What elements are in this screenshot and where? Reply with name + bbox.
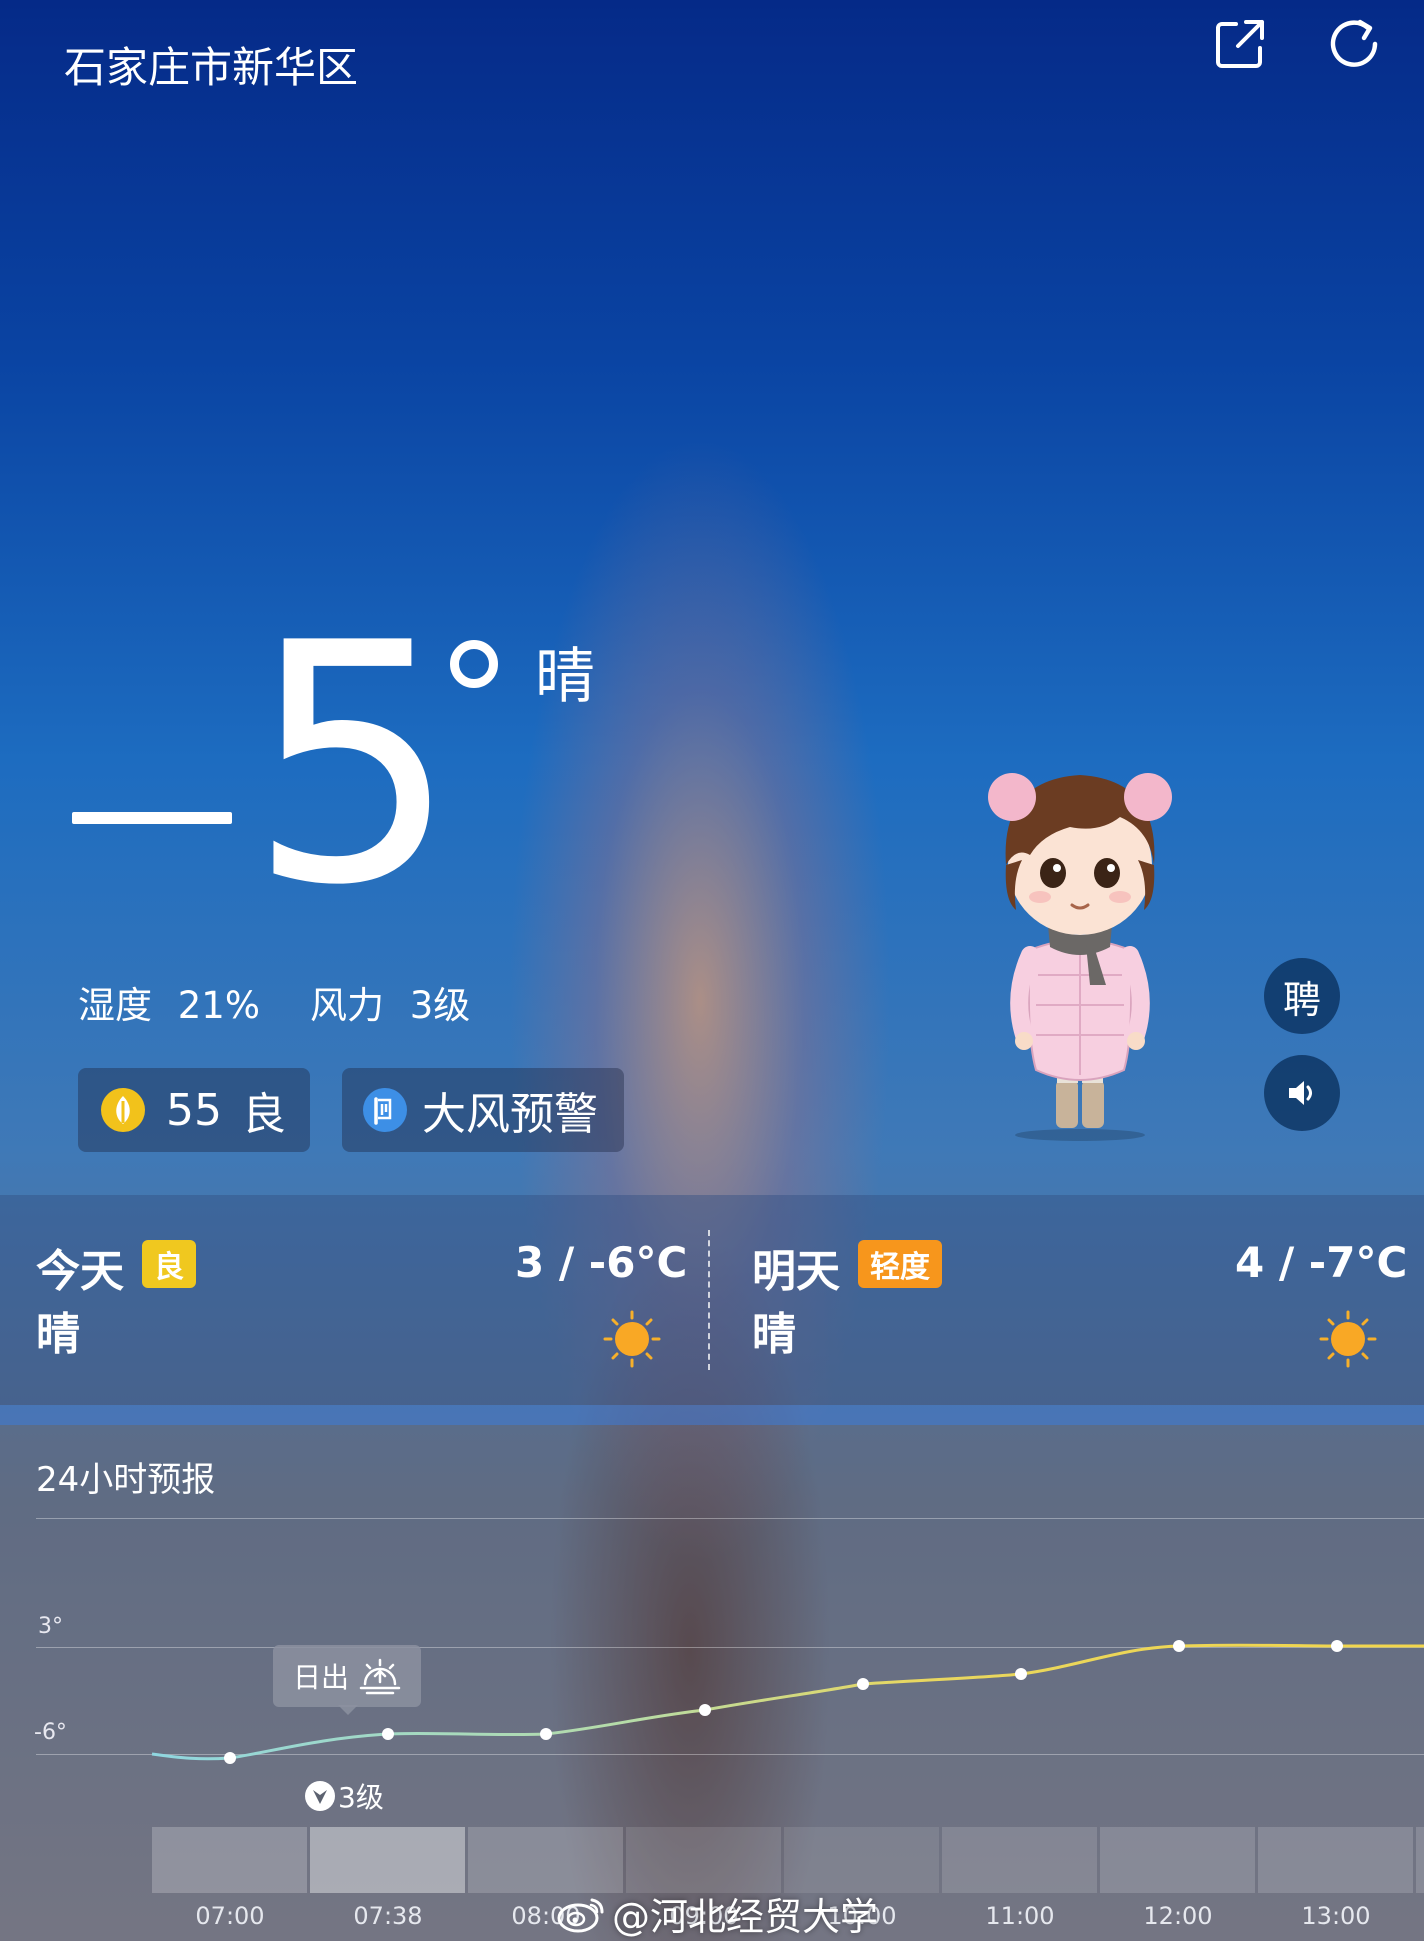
- hour-bar[interactable]: [1100, 1827, 1255, 1893]
- humidity-label: 湿度: [78, 984, 152, 1027]
- sunrise-tooltip: 日出: [273, 1645, 421, 1707]
- title-separator: [36, 1518, 1424, 1519]
- temperature-sign: [72, 812, 232, 824]
- voice-broadcast-button[interactable]: [1264, 1055, 1340, 1131]
- hour-time-label: 12:00: [1143, 1902, 1213, 1930]
- current-condition: 晴: [535, 642, 595, 712]
- hour-time-label: 07:38: [353, 1902, 423, 1930]
- hour-time-label: 07:00: [195, 1902, 265, 1930]
- temperature-point: [224, 1752, 236, 1764]
- wind-warning-icon: [363, 1088, 407, 1132]
- tomorrow-label: 明天: [752, 1246, 840, 1297]
- watermark-text: @河北经贸大学: [612, 1895, 879, 1939]
- temperature-point: [382, 1728, 394, 1740]
- wind-level-marker: 3级: [304, 1776, 384, 1816]
- hour-bar[interactable]: [626, 1827, 781, 1893]
- sunrise-label: 日出: [292, 1661, 349, 1694]
- degree-symbol: [450, 640, 498, 688]
- humidity-value: 21%: [177, 984, 261, 1027]
- tomorrow-temperatures: 4 / -7°C: [1235, 1238, 1408, 1287]
- weather-character[interactable]: [960, 735, 1200, 1145]
- wind-level-text: 3级: [338, 1781, 384, 1814]
- current-temperature: 5: [248, 573, 458, 957]
- hour-bar[interactable]: [468, 1827, 623, 1893]
- sun-icon: [1319, 1310, 1377, 1368]
- aqi-level: 良: [242, 1089, 286, 1140]
- wind-direction-icon: [305, 1781, 335, 1811]
- refresh-icon[interactable]: [1324, 14, 1384, 74]
- sun-icon: [603, 1310, 661, 1368]
- recruit-button[interactable]: 聘: [1264, 958, 1340, 1034]
- weibo-logo-icon: [557, 1898, 604, 1932]
- sunrise-icon: [359, 1658, 401, 1695]
- temperature-point: [540, 1728, 552, 1740]
- hour-bar[interactable]: [152, 1827, 307, 1893]
- today-condition: 晴: [36, 1309, 80, 1360]
- aqi-value: 55: [166, 1084, 222, 1136]
- hour-bar-selected[interactable]: [310, 1827, 465, 1893]
- tomorrow-condition: 晴: [752, 1309, 796, 1360]
- daily-forecast-panel: [0, 1195, 1424, 1405]
- wind-force: 风力 3级: [310, 975, 470, 1029]
- temperature-point: [1015, 1668, 1027, 1680]
- daily-divider: [708, 1230, 710, 1370]
- hour-bar[interactable]: [1416, 1827, 1424, 1893]
- today-label: 今天: [36, 1246, 124, 1297]
- wind-value: 3级: [409, 984, 471, 1027]
- tomorrow-aqi-badge: 轻度: [858, 1240, 942, 1288]
- today-temperatures: 3 / -6°C: [515, 1238, 688, 1287]
- hour-bar[interactable]: [942, 1827, 1097, 1893]
- wind-label: 风力: [310, 984, 384, 1027]
- hour-bar[interactable]: [1258, 1827, 1413, 1893]
- temperature-point: [1331, 1640, 1343, 1652]
- humidity: 湿度 21%: [78, 975, 260, 1029]
- wind-warning-chip[interactable]: 大风预警: [342, 1068, 624, 1152]
- leaf-icon: [101, 1088, 145, 1132]
- today-aqi-badge: 良: [142, 1240, 196, 1288]
- temperature-point: [1173, 1640, 1185, 1652]
- temperature-point: [699, 1704, 711, 1716]
- speaker-icon: [1289, 1081, 1312, 1105]
- share-icon[interactable]: [1210, 14, 1270, 74]
- city-name[interactable]: 石家庄市新华区: [64, 34, 358, 95]
- warning-text: 大风预警: [422, 1089, 598, 1140]
- watermark: @河北经贸大学: [556, 1886, 878, 1941]
- temperature-curve: [151, 1640, 1424, 1764]
- hour-time-label: 13:00: [1301, 1902, 1371, 1930]
- hour-time-label: 11:00: [985, 1902, 1055, 1930]
- section-separator: [0, 1405, 1424, 1425]
- hour-bar[interactable]: [784, 1827, 939, 1893]
- aqi-chip[interactable]: 55 良: [78, 1068, 310, 1152]
- temperature-point: [857, 1678, 869, 1690]
- hourly-title: 24小时预报: [36, 1460, 216, 1500]
- tooltip-pointer: [338, 1705, 358, 1715]
